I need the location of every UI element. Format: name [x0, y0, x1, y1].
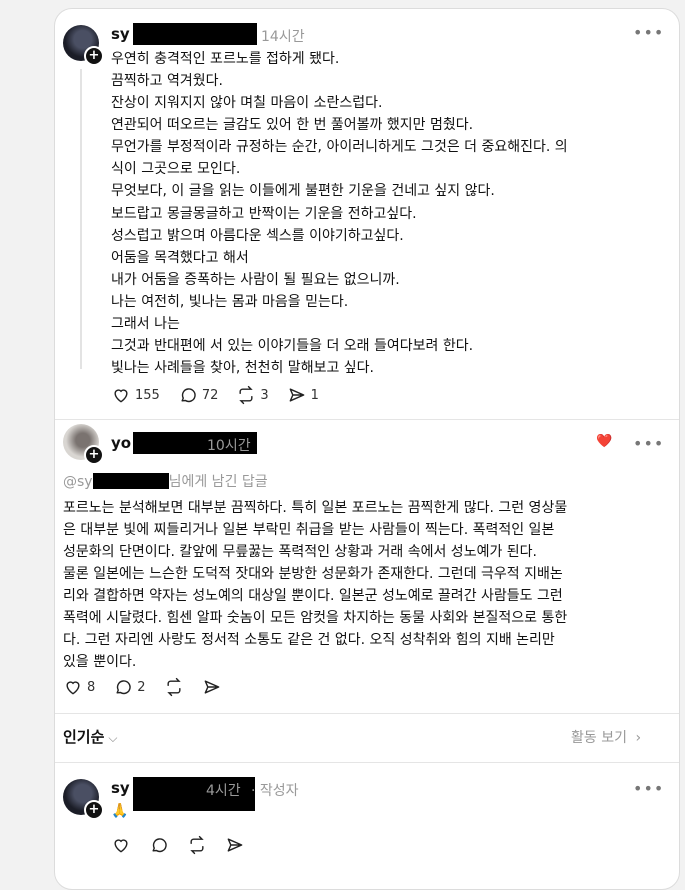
like-count: 155 — [135, 387, 160, 403]
share-icon — [289, 388, 305, 402]
reply-to-handle[interactable]: @sy — [63, 474, 93, 490]
post-text-paragraph-2: 보드랍고 몽글몽글하고 반짝이는 기운을 전하고싶다. 성스럽고 밝으며 아름다… — [111, 206, 474, 376]
divider — [55, 713, 679, 714]
post-actions — [111, 835, 263, 855]
heart-icon — [114, 389, 128, 403]
repost-count: 3 — [260, 387, 269, 403]
like-button[interactable]: 8 — [63, 677, 95, 697]
comment-count: 2 — [137, 679, 146, 695]
repost-button[interactable] — [187, 835, 207, 855]
comment-button[interactable] — [149, 835, 169, 855]
mini-avatar-icon: ❤️ — [596, 434, 613, 449]
sort-label: 인기순 — [63, 728, 105, 746]
share-count: 1 — [310, 387, 319, 403]
reply-to-label[interactable]: @sy 님에게 남긴 답글 — [63, 471, 268, 491]
username[interactable]: sy — [111, 25, 130, 43]
comment-icon — [116, 680, 131, 695]
chevron-right-icon: › — [635, 730, 642, 746]
comment-count: 72 — [201, 387, 219, 403]
thread-line — [80, 69, 82, 369]
redacted-username — [133, 23, 257, 45]
timestamp[interactable]: 4시간 — [206, 780, 241, 800]
view-activity-link[interactable]: 활동 보기 › — [571, 727, 641, 747]
share-button[interactable]: 1 — [287, 385, 319, 405]
comment-button[interactable]: 72 — [178, 385, 219, 405]
comment-icon — [152, 838, 167, 853]
like-button[interactable] — [111, 835, 131, 855]
heart-icon — [66, 681, 80, 695]
sort-dropdown[interactable]: 인기순 ⌵ — [63, 726, 118, 747]
share-button[interactable] — [225, 835, 245, 855]
repost-icon — [239, 385, 254, 405]
follow-plus-icon[interactable]: + — [84, 800, 104, 820]
reply-text: 포르노는 분석해보면 대부분 끔찍하다. 특히 일본 포르노는 끔찍한게 많다.… — [63, 500, 568, 670]
username[interactable]: yo — [111, 434, 131, 452]
timestamp[interactable]: 10시간 — [207, 435, 251, 455]
share-icon — [227, 838, 243, 852]
more-options-icon[interactable]: ••• — [633, 434, 664, 453]
follow-plus-icon[interactable]: + — [84, 46, 104, 66]
timestamp[interactable]: 14시간 — [261, 26, 305, 46]
like-button[interactable]: 155 — [111, 385, 160, 405]
reply-to-suffix: 님에게 남긴 답글 — [168, 474, 268, 490]
comment-button[interactable]: 2 — [113, 677, 146, 697]
repost-button[interactable] — [164, 677, 184, 697]
divider — [55, 419, 679, 420]
post-text-paragraph-1: 우연히 충격적인 포르노를 접하게 됐다. 끔찍하고 역겨웠다. 잔상이 지워지… — [111, 51, 568, 199]
view-activity-label: 활동 보기 — [571, 730, 627, 746]
repost-icon — [190, 835, 204, 855]
share-button[interactable] — [202, 677, 222, 697]
divider — [55, 762, 679, 763]
username[interactable]: sy — [111, 779, 130, 797]
heart-icon — [114, 839, 128, 853]
chevron-down-icon: ⌵ — [108, 731, 118, 745]
author-tag: · 작성자 — [251, 783, 299, 799]
comment-icon — [181, 388, 196, 403]
more-options-icon[interactable]: ••• — [633, 23, 664, 42]
reply-emoji: 🙏 — [111, 803, 129, 819]
more-options-icon[interactable]: ••• — [633, 779, 664, 798]
post-actions: 8 2 — [63, 677, 240, 697]
repost-button[interactable]: 3 — [236, 385, 269, 405]
share-icon — [204, 680, 219, 694]
follow-plus-icon[interactable]: + — [84, 445, 104, 465]
redacted-handle — [92, 473, 169, 489]
repost-icon — [166, 677, 181, 697]
like-count: 8 — [87, 679, 96, 695]
thread-card: + sy 14시간 ••• 우연히 충격적인 포르노를 접하게 됐다. 끔찍하고… — [54, 8, 680, 890]
post-actions: 155 72 3 1 — [111, 385, 337, 405]
